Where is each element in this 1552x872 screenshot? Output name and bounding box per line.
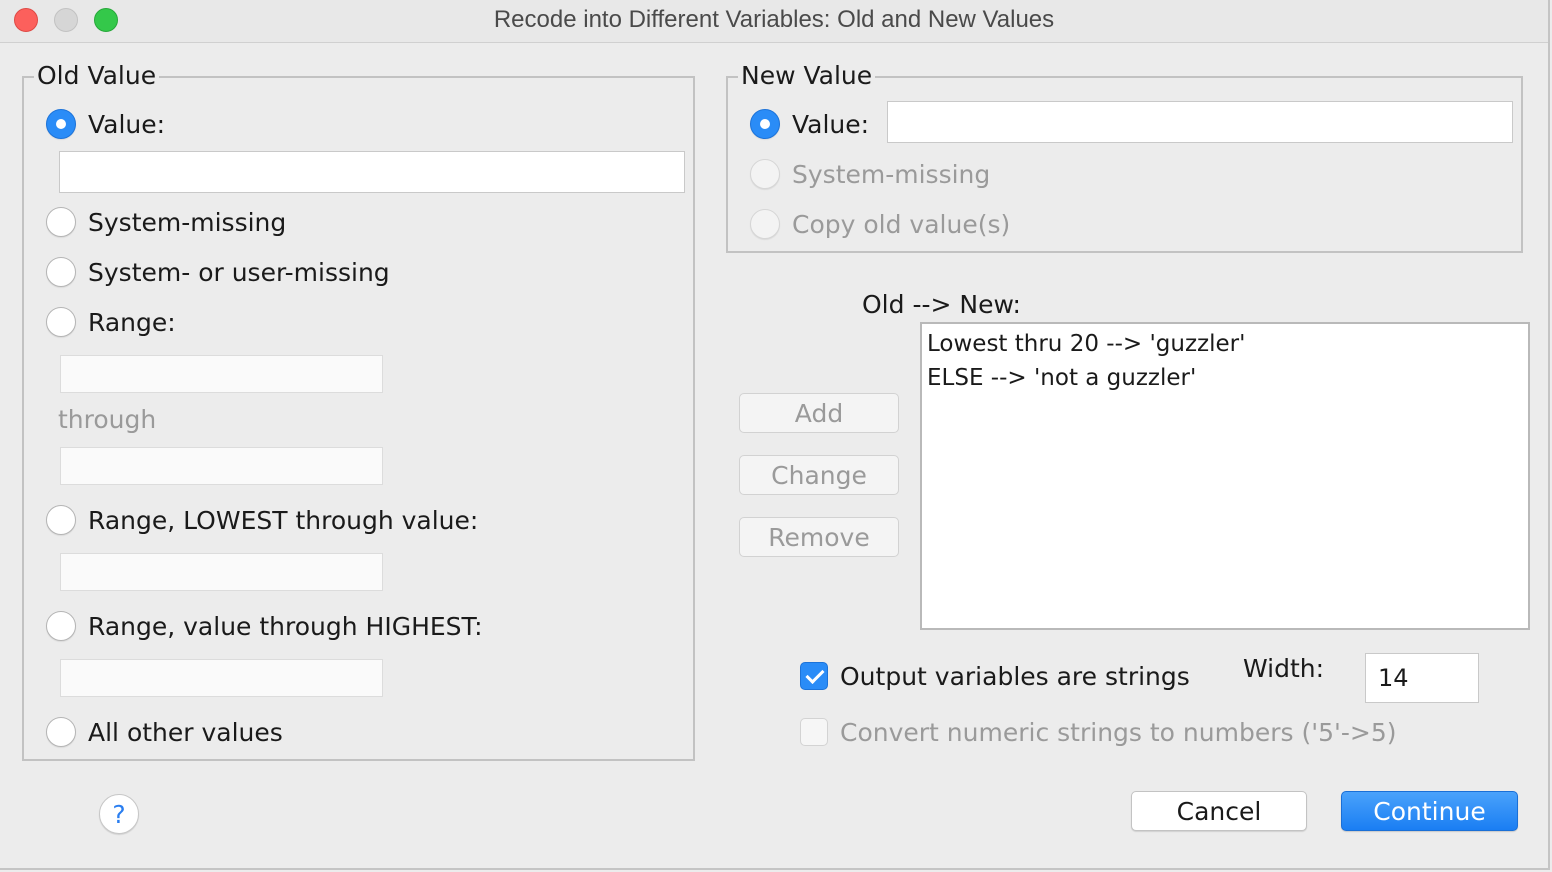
old-value-legend: Old Value <box>34 61 160 91</box>
list-item[interactable]: ELSE --> 'not a guzzler' <box>922 361 1528 395</box>
output-strings-label: Output variables are strings <box>840 661 1190 691</box>
title-bar: Recode into Different Variables: Old and… <box>0 0 1548 43</box>
recode-dialog: Recode into Different Variables: Old and… <box>0 0 1550 870</box>
old-value-radio-button[interactable] <box>46 109 76 139</box>
new-value-radio[interactable]: Value: <box>750 106 869 142</box>
range-from-input[interactable] <box>61 356 382 392</box>
new-value-radio-button[interactable] <box>750 109 780 139</box>
convert-numeric-checkbox[interactable] <box>800 718 828 746</box>
old-system-missing-radio-button[interactable] <box>46 207 76 237</box>
convert-numeric-label: Convert numeric strings to numbers ('5'-… <box>840 717 1397 747</box>
old-system-user-missing-radio[interactable]: System- or user-missing <box>46 254 390 290</box>
copy-old-value-radio[interactable]: Copy old value(s) <box>750 206 1010 242</box>
old-range-highest-label: Range, value through HIGHEST: <box>88 611 483 641</box>
old-value-field[interactable] <box>59 151 685 193</box>
old-system-missing-label: System-missing <box>88 207 287 237</box>
range-lowest-input[interactable] <box>61 554 382 590</box>
range-lowest-field[interactable] <box>60 553 383 591</box>
new-value-label: Value: <box>792 109 870 139</box>
old-range-radio-button[interactable] <box>46 307 76 337</box>
copy-old-value-radio-button[interactable] <box>750 209 780 239</box>
old-range-lowest-label: Range, LOWEST through value: <box>88 505 479 535</box>
mapping-header: Old --> New: <box>862 290 1021 319</box>
width-input[interactable] <box>1366 654 1478 702</box>
output-strings-option[interactable]: Output variables are strings <box>800 658 1190 694</box>
old-system-user-missing-radio-button[interactable] <box>46 257 76 287</box>
new-system-missing-radio-button[interactable] <box>750 159 780 189</box>
old-range-highest-radio[interactable]: Range, value through HIGHEST: <box>46 608 483 644</box>
old-range-label: Range: <box>88 307 176 337</box>
help-button[interactable]: ? <box>99 794 139 834</box>
old-value-input[interactable] <box>60 152 684 192</box>
old-range-radio[interactable]: Range: <box>46 304 176 340</box>
range-to-field[interactable] <box>60 447 383 485</box>
old-system-user-missing-label: System- or user-missing <box>88 257 390 287</box>
old-system-missing-radio[interactable]: System-missing <box>46 204 286 240</box>
width-field[interactable] <box>1365 653 1479 703</box>
new-system-missing-label: System-missing <box>792 159 991 189</box>
old-range-lowest-radio-button[interactable] <box>46 505 76 535</box>
add-button[interactable]: Add <box>739 393 899 433</box>
old-range-lowest-radio[interactable]: Range, LOWEST through value: <box>46 502 478 538</box>
convert-numeric-option[interactable]: Convert numeric strings to numbers ('5'-… <box>800 714 1397 750</box>
through-label: through <box>58 405 157 434</box>
new-system-missing-radio[interactable]: System-missing <box>750 156 990 192</box>
new-value-field[interactable] <box>887 101 1513 143</box>
change-button[interactable]: Change <box>739 455 899 495</box>
new-value-input[interactable] <box>888 102 1512 142</box>
remove-button[interactable]: Remove <box>739 517 899 557</box>
old-range-highest-radio-button[interactable] <box>46 611 76 641</box>
new-value-legend: New Value <box>738 61 876 91</box>
list-item[interactable]: Lowest thru 20 --> 'guzzler' <box>922 327 1528 361</box>
old-value-radio[interactable]: Value: <box>46 106 165 142</box>
range-to-input[interactable] <box>61 448 382 484</box>
old-all-other-radio[interactable]: All other values <box>46 714 283 750</box>
old-all-other-label: All other values <box>88 717 283 747</box>
cancel-button[interactable]: Cancel <box>1131 791 1307 831</box>
range-from-field[interactable] <box>60 355 383 393</box>
continue-button[interactable]: Continue <box>1341 791 1518 831</box>
range-highest-field[interactable] <box>60 659 383 697</box>
output-strings-checkbox[interactable] <box>800 662 828 690</box>
old-value-label: Value: <box>88 109 166 139</box>
old-all-other-radio-button[interactable] <box>46 717 76 747</box>
recode-mapping-list[interactable]: Lowest thru 20 --> 'guzzler' ELSE --> 'n… <box>920 322 1530 630</box>
window-title: Recode into Different Variables: Old and… <box>493 6 1055 33</box>
range-highest-input[interactable] <box>61 660 382 696</box>
copy-old-value-label: Copy old value(s) <box>792 209 1011 239</box>
width-label: Width: <box>1243 654 1325 683</box>
